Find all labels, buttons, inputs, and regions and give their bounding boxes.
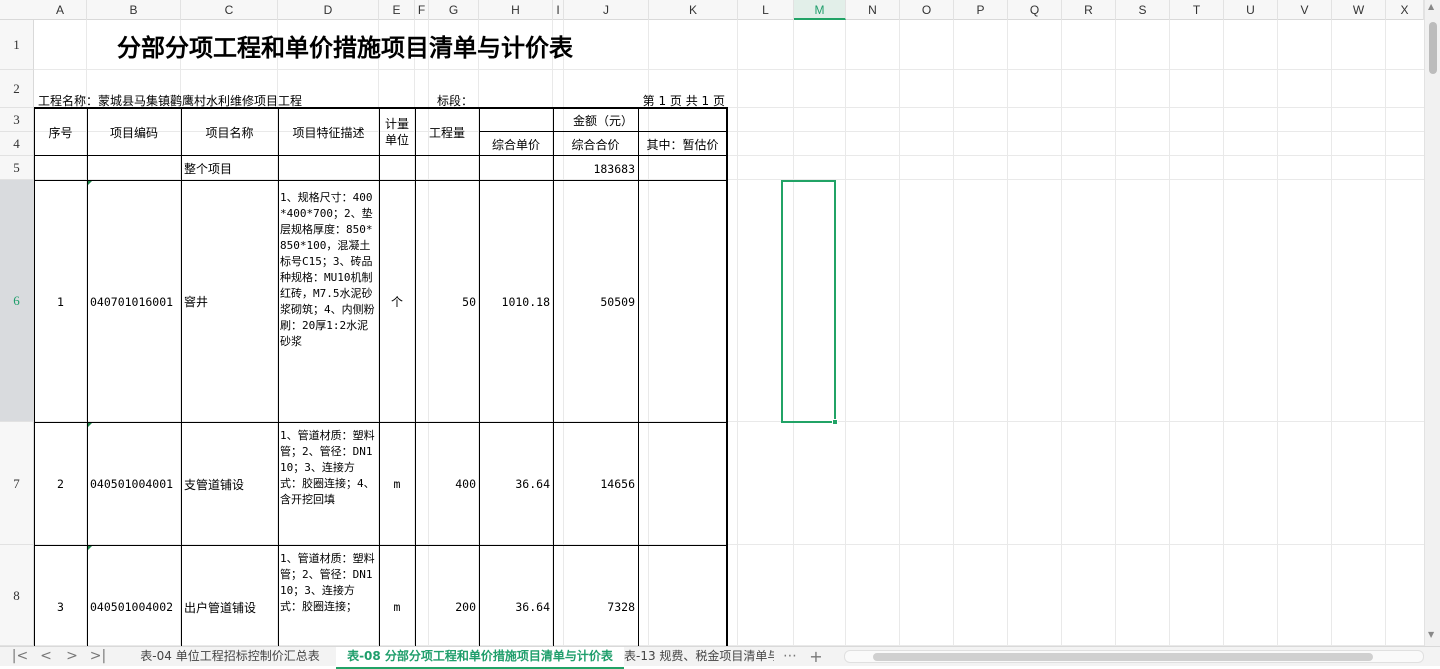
table-border [181, 107, 182, 646]
gridline [1061, 20, 1062, 646]
item-code-cell[interactable]: 040701016001 [87, 181, 181, 422]
next-sheet-icon[interactable]: > [60, 647, 84, 667]
gridline [1007, 20, 1008, 646]
selection-box[interactable] [781, 180, 836, 423]
table-border [34, 180, 727, 181]
item-desc-cell[interactable]: 1、规格尺寸：400*400*700；2、垫层规格厚度：850*850*100，… [278, 190, 378, 350]
item-total-cell[interactable]: 14656 [553, 423, 638, 545]
scroll-down-icon[interactable]: ▼ [1428, 630, 1434, 639]
item-qty-cell[interactable]: 400 [415, 423, 479, 545]
item-seq-cell[interactable]: 1 [34, 181, 87, 422]
vertical-scroll-thumb[interactable] [1429, 22, 1437, 74]
table-border [34, 107, 728, 109]
header-total-price[interactable]: 综合合价 [553, 132, 638, 156]
gridline [1169, 20, 1170, 646]
project-name-label: 工程名称：蒙城县马集镇鹳鹰村水利维修项目工程 [38, 93, 303, 108]
header-amount[interactable]: 金额（元） [479, 108, 727, 132]
table-border [726, 107, 728, 646]
row-header-6[interactable]: 6 [0, 180, 34, 422]
row-header-2[interactable]: 2 [0, 70, 34, 108]
row-header-5[interactable]: 5 [0, 156, 34, 180]
worksheet-grid[interactable]: 分部分项工程和单价措施项目清单与计价表 工程名称：蒙城县马集镇鹳鹰村水利维修项目… [0, 0, 1424, 646]
header-seq[interactable]: 序号 [34, 108, 87, 156]
header-unit[interactable]: 计量单位 [379, 108, 415, 156]
summary-total-cell[interactable]: 183683 [553, 157, 638, 180]
table-border [479, 107, 480, 646]
fill-handle[interactable] [832, 419, 838, 425]
vertical-scrollbar[interactable]: ▲ ▼ [1424, 0, 1440, 646]
gridline [899, 20, 900, 646]
item-name-cell[interactable]: 支管道铺设 [181, 423, 278, 545]
table-border [479, 131, 727, 132]
item-unit-cell[interactable]: m [379, 423, 415, 545]
sheet-tab[interactable]: 表-13 规费、税金项目清单与计价表 [624, 647, 774, 667]
gridline [1223, 20, 1224, 646]
prev-sheet-icon[interactable]: < [34, 647, 58, 667]
gridline [1115, 20, 1116, 646]
header-estimate[interactable]: 其中：暂估价 [638, 132, 727, 156]
gridline [1331, 20, 1332, 646]
gridline [1385, 20, 1386, 646]
sheet-title: 分部分项工程和单价措施项目清单与计价表 [117, 32, 573, 62]
first-sheet-icon[interactable]: |< [8, 647, 32, 667]
row-header-1[interactable]: 1 [0, 20, 34, 70]
item-price-cell[interactable]: 36.64 [479, 423, 553, 545]
header-name[interactable]: 项目名称 [181, 108, 278, 156]
gridline [845, 20, 846, 646]
header-unit-price[interactable]: 综合单价 [479, 132, 553, 156]
page-label: 第 1 页 共 1 页 [642, 93, 725, 108]
table-border [553, 107, 554, 646]
item-seq-cell[interactable]: 2 [34, 423, 87, 545]
scroll-up-icon[interactable]: ▲ [1428, 2, 1434, 11]
table-border [87, 107, 88, 646]
row-header-8[interactable]: 8 [0, 545, 34, 646]
summary-name-cell[interactable]: 整个项目 [181, 157, 278, 180]
table-border [638, 107, 639, 646]
header-code[interactable]: 项目编码 [87, 108, 181, 156]
table-border [34, 155, 727, 156]
item-qty-cell[interactable]: 50 [415, 181, 479, 422]
sheet-tab-bar: |< < > >| 表-04 单位工程招标控制价汇总表 表-08 分部分项工程和… [0, 646, 1440, 669]
gridline [1277, 20, 1278, 646]
horizontal-scrollbar[interactable] [844, 650, 1424, 663]
horizontal-scroll-thumb[interactable] [873, 653, 1373, 661]
header-qty[interactable]: 工程量 [415, 108, 479, 156]
item-desc-cell[interactable]: 1、管道材质：塑料管；2、管径：DN110；3、连接方式：胶圈连接；4、含开挖回… [278, 428, 378, 508]
item-unit-cell[interactable]: 个 [379, 181, 415, 422]
row-header-7[interactable]: 7 [0, 422, 34, 545]
table-border [415, 107, 416, 646]
header-desc[interactable]: 项目特征描述 [278, 108, 379, 156]
table-border [34, 107, 35, 646]
item-price-cell[interactable]: 1010.18 [479, 181, 553, 422]
section-label: 标段： [437, 93, 474, 108]
row-header-4[interactable]: 4 [0, 132, 34, 156]
table-border [379, 107, 380, 646]
item-code-cell[interactable]: 040501004001 [87, 423, 181, 545]
add-sheet-icon[interactable]: + [804, 647, 828, 667]
table-border [34, 422, 727, 423]
item-name-cell[interactable]: 窨井 [181, 181, 278, 422]
row-header-3[interactable]: 3 [0, 108, 34, 132]
gridline [737, 20, 738, 646]
gridline [953, 20, 954, 646]
table-border [278, 107, 279, 646]
item-total-cell[interactable]: 50509 [553, 181, 638, 422]
item-desc-cell[interactable]: 1、管道材质：塑料管；2、管径：DN110；3、连接方式：胶圈连接； [278, 551, 378, 646]
table-border [34, 545, 727, 546]
sheet-tab[interactable]: 表-04 单位工程招标控制价汇总表 [124, 647, 336, 667]
last-sheet-icon[interactable]: >| [86, 647, 110, 667]
more-icon[interactable]: ⋯ [778, 647, 802, 667]
